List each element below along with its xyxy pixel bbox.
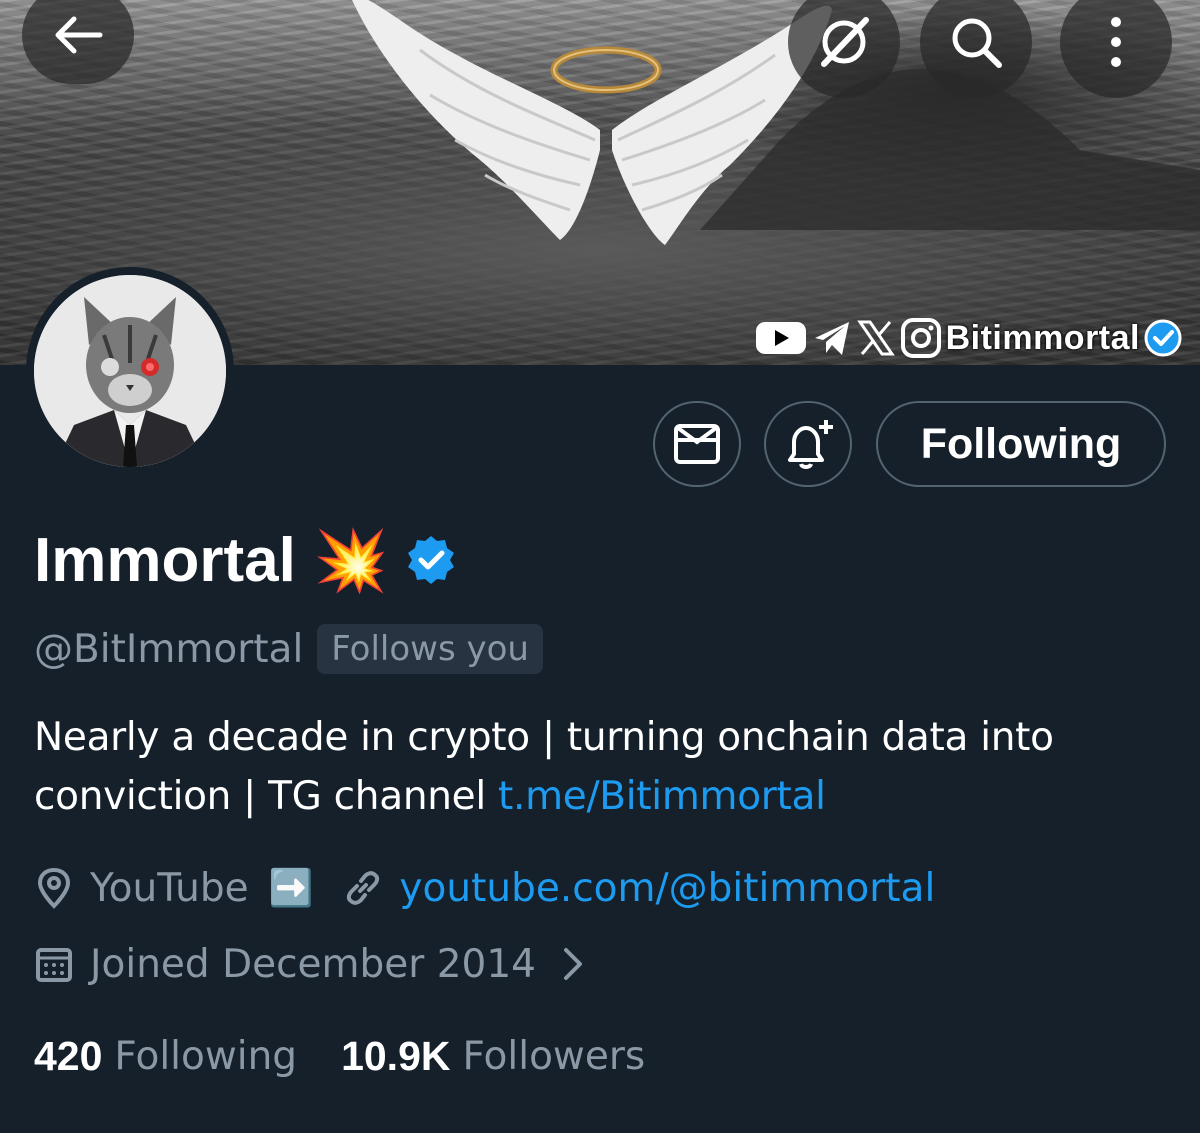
display-name: Immortal — [34, 525, 296, 595]
bio-line-1: Nearly a decade in crypto | turning onch… — [34, 715, 1054, 760]
following-stat[interactable]: 420 Following — [34, 1033, 297, 1080]
cat-avatar-illustration — [34, 275, 226, 467]
banner-brand-text: Bitimmortal — [945, 318, 1140, 357]
search-icon — [952, 18, 1002, 68]
youtube-icon — [755, 322, 806, 354]
back-button[interactable] — [22, 0, 134, 84]
arrow-left-icon — [55, 16, 103, 54]
bio: Nearly a decade in crypto | turning onch… — [34, 708, 1154, 826]
handle-row: @BitImmortal Follows you — [34, 622, 543, 676]
verified-badge-icon — [407, 536, 454, 584]
grok-icon — [821, 17, 869, 67]
joined-date: Joined December 2014 — [90, 941, 536, 987]
banner-brand-strip: Bitimmortal — [754, 316, 1182, 360]
instagram-icon — [900, 318, 941, 358]
telegram-icon — [814, 322, 849, 355]
following-count: 420 — [34, 1032, 103, 1079]
telegram-link[interactable]: t.me/Bitimmortal — [498, 774, 826, 819]
display-name-row: Immortal 💥 — [34, 520, 457, 600]
verified-badge-icon — [1144, 319, 1182, 357]
chevron-right-icon — [563, 948, 582, 980]
follow-stats: 420 Following 10.9K Followers — [34, 1026, 645, 1086]
link-icon — [347, 871, 380, 905]
bio-line-2: conviction | TG channel t.me/Bitimmortal — [34, 767, 1154, 826]
more-vertical-icon — [1111, 17, 1121, 67]
website-link[interactable]: youtube.com/@bitimmortal — [399, 866, 935, 911]
profile-meta-row: YouTube ➡️ youtube.com/@bitimmortal — [34, 858, 935, 918]
x-icon — [856, 320, 895, 356]
followers-stat[interactable]: 10.9K Followers — [341, 1033, 645, 1080]
avatar[interactable] — [26, 267, 234, 475]
avatar-image — [34, 275, 226, 467]
followers-label: Followers — [462, 1033, 646, 1079]
bell-plus-icon — [788, 420, 833, 469]
joined-row[interactable]: Joined December 2014 — [34, 934, 588, 994]
envelope-icon — [674, 424, 720, 464]
following-label: Following — [114, 1033, 298, 1079]
following-button[interactable]: Following — [876, 401, 1166, 487]
message-button[interactable] — [653, 401, 741, 487]
bio-line-2-text: conviction | TG channel — [34, 774, 498, 819]
following-button-label: Following — [920, 419, 1122, 468]
followers-count: 10.9K — [341, 1032, 451, 1079]
follows-you-badge: Follows you — [317, 624, 543, 674]
handle: @BitImmortal — [34, 626, 304, 672]
location-pin-icon — [37, 867, 71, 909]
notifications-button[interactable] — [764, 401, 852, 487]
calendar-icon — [36, 948, 72, 982]
location-text: YouTube — [90, 865, 249, 911]
collision-emoji: 💥 — [313, 525, 389, 596]
arrow-right-emoji: ➡️ — [268, 868, 314, 909]
